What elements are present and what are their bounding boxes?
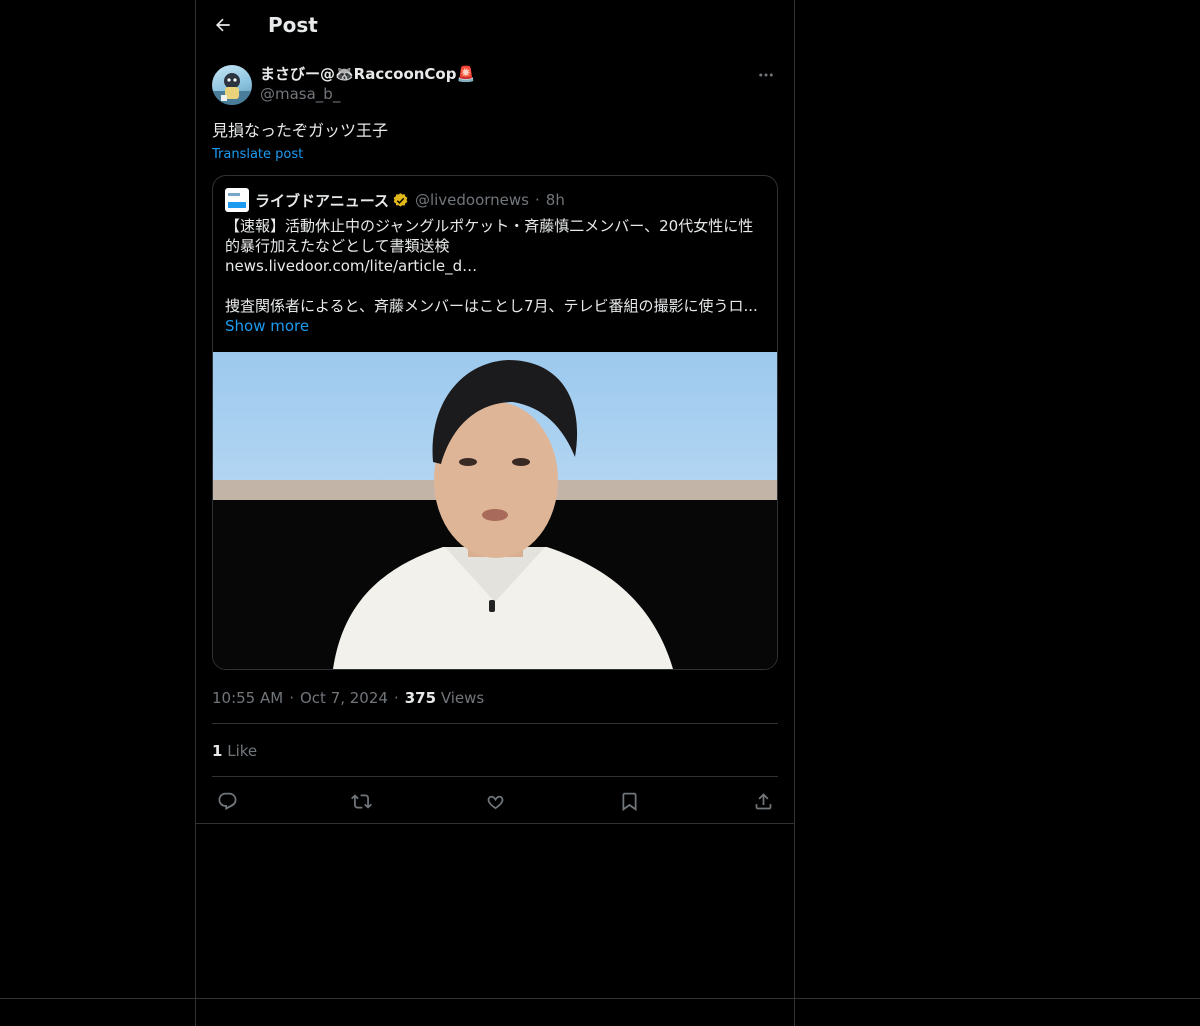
like-button[interactable] — [480, 788, 510, 814]
post-metadata: 10:55 AM · Oct 7, 2024 · 375 Views — [212, 688, 484, 708]
quoted-avatar — [225, 188, 249, 212]
repost-button[interactable] — [346, 788, 376, 814]
back-button[interactable] — [206, 8, 240, 42]
share-button[interactable] — [748, 788, 778, 814]
post-text: 見損なったぞガッツ王子 — [212, 121, 389, 140]
likes-count: 1 — [212, 742, 223, 760]
author-handle[interactable]: @masa_b_ — [260, 84, 475, 104]
reply-icon — [218, 792, 236, 810]
divider — [212, 776, 778, 777]
views-count: 375 — [404, 689, 437, 707]
post-date[interactable]: Oct 7, 2024 — [300, 689, 388, 707]
more-options-button[interactable] — [754, 64, 778, 86]
quoted-text-line: 【速報】活動休止中のジャングルポケット・斉藤慎二メンバー、20代女性に性 — [225, 217, 754, 235]
reply-button[interactable] — [212, 788, 242, 814]
quoted-post-card[interactable]: ライブドアニュース @livedoornews · 8h 【速報】活動休止中のジ… — [212, 175, 778, 670]
author-display-name[interactable]: まさびー@🦝RaccoonCop🚨 — [260, 64, 475, 84]
avatar[interactable] — [212, 65, 252, 105]
likes-label: Like — [227, 742, 258, 760]
quoted-author-name: ライブドアニュース — [255, 191, 389, 210]
views-label: Views — [440, 689, 485, 707]
share-icon — [755, 792, 771, 809]
divider — [196, 823, 794, 824]
quoted-text-line: 的暴行加えたなどとして書類送検 — [225, 237, 450, 255]
quoted-text-line: news.livedoor.com/lite/article_d… — [225, 257, 478, 275]
quoted-post-time: 8h — [545, 191, 565, 209]
show-more-link[interactable]: Show more — [225, 316, 765, 336]
divider — [212, 723, 778, 724]
repost-icon — [350, 793, 372, 809]
verified-badge-icon — [393, 192, 408, 207]
heart-icon — [487, 795, 503, 809]
divider — [0, 998, 1200, 999]
page-title: Post — [268, 13, 318, 37]
action-bar — [212, 788, 778, 814]
bookmark-icon — [622, 792, 636, 811]
quoted-text-line: 捜査関係者によると、斉藤メンバーはことし7月、テレビ番組の撮影に使うロ... — [225, 297, 758, 315]
quoted-author-handle: @livedoornews — [414, 191, 529, 209]
likes-summary[interactable]: 1 Like — [212, 741, 257, 761]
post-time[interactable]: 10:55 AM — [212, 689, 283, 707]
timeline-column: Post まさびー@🦝RaccoonCop🚨 @masa_b_ 見損なったぞガッ… — [195, 0, 795, 1026]
page-header: Post — [196, 0, 794, 54]
quoted-post-image[interactable] — [213, 352, 777, 669]
arrow-left-icon — [215, 18, 230, 32]
separator-dot: · — [535, 191, 540, 209]
bookmark-button[interactable] — [614, 788, 644, 814]
post-author: まさびー@🦝RaccoonCop🚨 @masa_b_ — [260, 64, 475, 104]
quoted-post-body: 【速報】活動休止中のジャングルポケット・斉藤慎二メンバー、20代女性に性 的暴行… — [225, 216, 765, 336]
more-horizontal-icon — [759, 73, 773, 77]
separator-dot: · — [393, 689, 399, 707]
separator-dot: · — [289, 689, 294, 707]
quoted-post-header: ライブドアニュース @livedoornews · 8h — [225, 188, 565, 212]
translate-post-link[interactable]: Translate post — [212, 146, 303, 164]
